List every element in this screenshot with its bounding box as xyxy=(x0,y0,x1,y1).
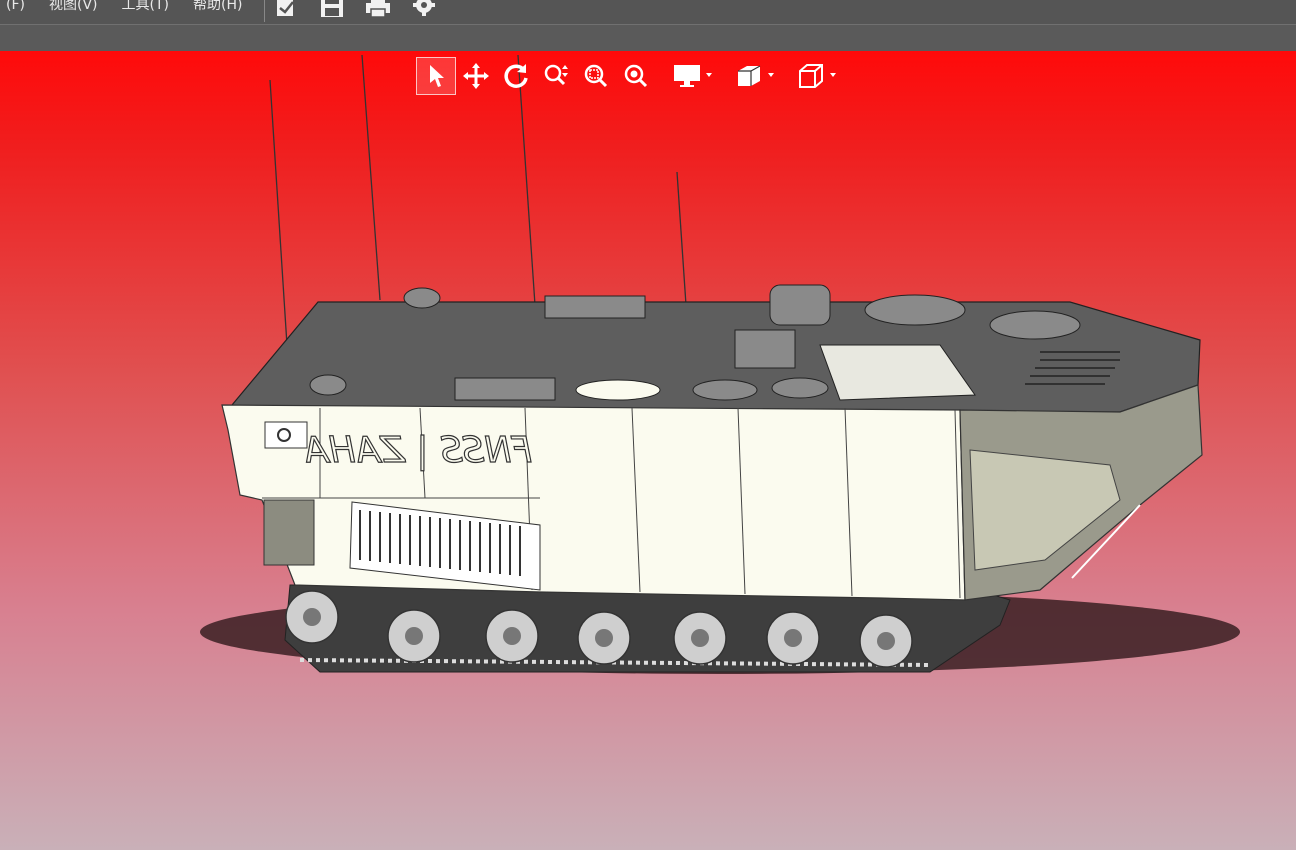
menu-separator xyxy=(264,0,265,22)
amphibious-vehicle-model: FNSS | ZAHA xyxy=(200,54,1240,674)
zoom-up-down-icon[interactable] xyxy=(536,57,576,95)
zoom-fit-icon[interactable] xyxy=(616,57,656,95)
section-view-icon[interactable] xyxy=(718,57,780,95)
gear-icon[interactable] xyxy=(410,0,438,20)
chevron-down-icon[interactable] xyxy=(706,73,712,77)
view-toolbar xyxy=(416,57,842,95)
chevron-down-icon[interactable] xyxy=(768,73,774,77)
command-bar xyxy=(0,25,1296,51)
zoom-window-icon[interactable] xyxy=(576,57,616,95)
menu-file[interactable]: (F) xyxy=(0,0,37,16)
menu-bar: (F) 视图(V) 工具(T) 帮助(H) xyxy=(0,0,1296,25)
display-monitor-icon[interactable] xyxy=(656,57,718,95)
quick-access-toolbar xyxy=(272,0,438,20)
print-icon[interactable] xyxy=(364,0,392,20)
save-icon[interactable] xyxy=(318,0,346,20)
pan-move-icon[interactable] xyxy=(456,57,496,95)
chevron-down-icon[interactable] xyxy=(830,73,836,77)
menu-items: (F) 视图(V) 工具(T) 帮助(H) xyxy=(0,0,254,16)
menu-help[interactable]: 帮助(H) xyxy=(181,0,254,16)
menu-tools[interactable]: 工具(T) xyxy=(110,0,181,16)
hull-lettering: FNSS | ZAHA xyxy=(304,430,532,471)
open-document-icon[interactable] xyxy=(272,0,300,20)
menu-view[interactable]: 视图(V) xyxy=(37,0,110,16)
cube-view-icon[interactable] xyxy=(780,57,842,95)
rotate-icon[interactable] xyxy=(496,57,536,95)
3d-viewport[interactable]: FNSS | ZAHA xyxy=(0,51,1296,850)
select-arrow-icon[interactable] xyxy=(416,57,456,95)
